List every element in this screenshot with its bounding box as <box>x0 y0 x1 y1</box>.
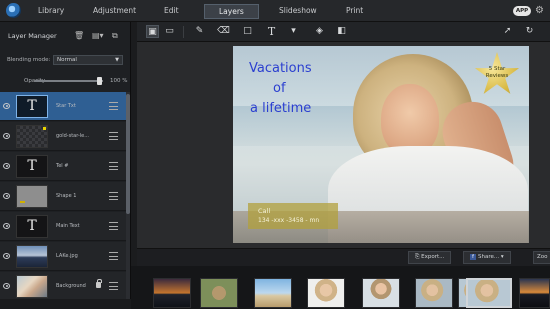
tab-slideshow[interactable]: Slideshow <box>279 6 317 15</box>
rectangle-icon[interactable]: □ <box>241 25 254 38</box>
export-label: Export... <box>421 254 445 260</box>
film-thumbnail[interactable] <box>153 278 191 308</box>
layer-list-scrollbar-thumb[interactable] <box>126 94 130 214</box>
layer-name: gold-star-le... <box>56 133 90 139</box>
photo-editor-window: Library Adjustment Edit Layers Slideshow… <box>0 0 550 309</box>
layer-thumbnail: T <box>16 95 48 118</box>
duplicate-layer-icon[interactable]: ⧉ <box>112 31 118 41</box>
layer-row-background[interactable]: Background <box>0 272 126 301</box>
layer-row-gold-star[interactable]: gold-star-le... <box>0 122 126 151</box>
tab-layers[interactable]: Layers <box>204 4 259 19</box>
layer-name: Tel # <box>56 163 69 169</box>
app-button[interactable]: APP <box>513 6 531 16</box>
eye-icon[interactable] <box>3 103 10 109</box>
fill-icon[interactable]: ◈ <box>313 25 326 38</box>
rotate-icon[interactable]: ↻ <box>523 25 536 38</box>
tab-library[interactable]: Library <box>38 6 64 15</box>
vacation-title-line2[interactable]: of <box>273 82 286 95</box>
star-marker-icon <box>43 127 46 130</box>
share-label: Share... <box>478 254 500 260</box>
lock-icon[interactable] <box>96 279 102 288</box>
layer-thumbnail: T <box>16 215 48 238</box>
add-layer-icon[interactable]: ▤▾ <box>92 31 104 40</box>
gear-icon[interactable]: ⚙ <box>535 5 546 16</box>
layer-thumbnail <box>16 185 48 208</box>
film-thumbnail[interactable] <box>362 278 400 308</box>
chevron-down-icon: ▼ <box>115 57 119 63</box>
blending-mode-label: Blending mode: <box>7 57 51 63</box>
pointer-icon[interactable]: ➚ <box>501 25 514 38</box>
gradient-icon[interactable]: ◧ <box>335 25 348 38</box>
image-tool-icon[interactable]: ▭ <box>163 25 176 38</box>
layer-name: Star Txt <box>56 103 76 109</box>
tab-adjustment[interactable]: Adjustment <box>93 6 136 15</box>
app-logo-icon[interactable] <box>6 3 21 18</box>
tab-edit[interactable]: Edit <box>164 6 179 15</box>
vacation-title-line1[interactable]: Vacations <box>249 62 312 75</box>
layer-row-lake[interactable]: LAKe.jpg <box>0 242 126 271</box>
layer-options-icon[interactable] <box>109 192 118 200</box>
film-thumbnail-selected[interactable] <box>466 278 512 308</box>
call-number[interactable]: 134 -xxx -3458 - mn <box>258 217 319 224</box>
eye-icon[interactable] <box>3 253 10 259</box>
layer-name: Main Text <box>56 223 80 229</box>
dropdown-icon[interactable]: ▾ <box>287 25 300 38</box>
layer-options-icon[interactable] <box>109 132 118 140</box>
layer-name: LAKe.jpg <box>56 253 78 259</box>
star-badge-line2: Reviews <box>485 73 509 79</box>
text-tool-icon[interactable]: T <box>265 25 278 38</box>
eye-icon[interactable] <box>3 193 10 199</box>
eye-icon[interactable] <box>3 163 10 169</box>
layer-options-icon[interactable] <box>109 282 118 290</box>
share-button[interactable]: f Share... ▾ <box>463 251 511 264</box>
layer-thumbnail <box>16 275 48 298</box>
layer-row-tel[interactable]: T Tel # <box>0 152 126 181</box>
film-thumbnail[interactable] <box>254 278 292 308</box>
facebook-icon: f <box>470 253 476 260</box>
layer-manager-title: Layer Manager <box>8 32 57 40</box>
blending-mode-select[interactable]: Normal ▼ <box>53 55 123 65</box>
layer-options-icon[interactable] <box>109 252 118 260</box>
star-badge-text[interactable]: 5 Star Reviews <box>474 66 520 80</box>
layer-name: Background <box>56 283 86 289</box>
layer-options-icon[interactable] <box>109 102 118 110</box>
film-thumbnail[interactable] <box>307 278 345 308</box>
toolbar-divider <box>183 26 184 38</box>
opacity-slider-track[interactable] <box>35 80 103 82</box>
opacity-slider-thumb[interactable] <box>97 77 102 85</box>
zoom-button[interactable]: Zoo <box>533 251 550 264</box>
layer-options-icon[interactable] <box>109 162 118 170</box>
layer-thumbnail <box>16 125 48 148</box>
film-thumbnail[interactable] <box>519 278 550 308</box>
trash-icon[interactable]: 🗑 <box>74 31 84 40</box>
crop-tool-icon[interactable]: ▣ <box>146 25 159 38</box>
blending-mode-value: Normal <box>57 57 77 63</box>
layer-row-main-text[interactable]: T Main Text <box>0 212 126 241</box>
film-thumbnail[interactable] <box>200 278 238 308</box>
call-label[interactable]: Call <box>258 207 270 215</box>
layer-name: Shape 1 <box>56 193 77 199</box>
layer-thumbnail: T <box>16 155 48 178</box>
film-thumbnail[interactable] <box>415 278 453 308</box>
vacation-title-line3[interactable]: a lifetime <box>250 102 311 115</box>
eye-icon[interactable] <box>3 133 10 139</box>
layer-row-star-txt[interactable]: T Star Txt <box>0 92 126 121</box>
tab-print[interactable]: Print <box>346 6 363 15</box>
brush-icon[interactable]: ✎ <box>193 25 206 38</box>
layer-thumbnail <box>16 245 48 268</box>
action-bar: ⎘ Export... f Share... ▾ Zoo <box>137 248 550 266</box>
export-button[interactable]: ⎘ Export... <box>408 251 452 264</box>
top-menu-bar: Library Adjustment Edit Layers Slideshow… <box>0 0 550 22</box>
star-badge-line1: 5 Star <box>488 66 506 72</box>
layer-options-icon[interactable] <box>109 222 118 230</box>
eye-icon[interactable] <box>3 283 10 289</box>
panel-footer <box>0 299 131 309</box>
eraser-icon[interactable]: ⌫ <box>217 25 230 38</box>
zoom-label: Zoo <box>537 254 548 260</box>
opacity-value: 100 % <box>110 78 128 84</box>
eye-icon[interactable] <box>3 223 10 229</box>
tool-strip: ▣ ▭ ✎ ⌫ □ T ▾ ◈ ◧ ➚ ↻ <box>137 22 550 42</box>
layer-row-shape[interactable]: Shape 1 <box>0 182 126 211</box>
